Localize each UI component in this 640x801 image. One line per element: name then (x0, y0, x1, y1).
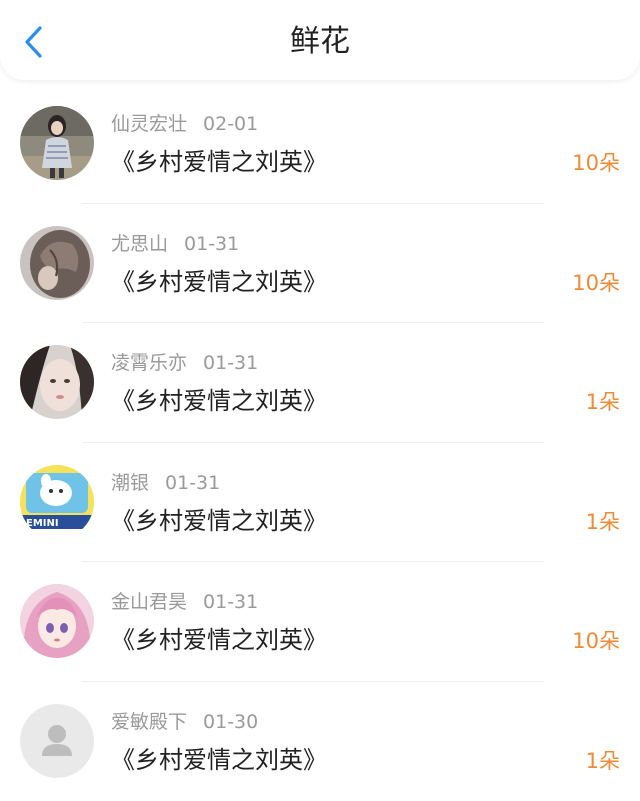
username[interactable]: 金山君昊 (111, 591, 187, 613)
username[interactable]: 凌霄乐亦 (111, 352, 187, 374)
item-meta: 仙灵宏壮 02-01 (111, 112, 258, 136)
list-item[interactable]: 尤思山 01-31 《乡村爱情之刘英》 10朵 (0, 204, 640, 323)
page-title: 鲜花 (290, 24, 350, 59)
username[interactable]: 潮银 (111, 472, 149, 494)
list-item[interactable]: 金山君昊 01-31 《乡村爱情之刘英》 10朵 (0, 562, 640, 682)
work-title[interactable]: 《乡村爱情之刘英》 (111, 146, 327, 178)
default-user-icon (20, 703, 94, 778)
header-bar: 鲜花 (0, 0, 640, 80)
item-meta: 金山君昊 01-31 (111, 590, 258, 614)
list-item[interactable]: 仙灵宏壮 02-01 《乡村爱情之刘英》 10朵 (0, 84, 640, 204)
username[interactable]: 仙灵宏壮 (111, 113, 187, 135)
work-title[interactable]: 《乡村爱情之刘英》 (111, 266, 327, 298)
work-title[interactable]: 《乡村爱情之刘英》 (111, 505, 327, 537)
work-title[interactable]: 《乡村爱情之刘英》 (111, 385, 327, 417)
work-title[interactable]: 《乡村爱情之刘英》 (111, 624, 327, 656)
item-meta: 潮银 01-31 (111, 471, 220, 495)
work-title[interactable]: 《乡村爱情之刘英》 (111, 744, 327, 776)
flower-count: 10朵 (572, 151, 620, 175)
flower-count: 10朵 (572, 270, 620, 295)
username[interactable]: 爱敏殿下 (111, 711, 187, 733)
item-meta: 凌霄乐亦 01-31 (111, 351, 258, 375)
date: 01-31 (203, 352, 259, 374)
flower-count: 1朵 (585, 509, 620, 534)
flower-count: 10朵 (572, 629, 620, 653)
date: 01-31 (165, 471, 221, 494)
date: 01-30 (203, 710, 259, 733)
list-item[interactable]: 凌霄乐亦 01-31 《乡村爱情之刘英》 1朵 (0, 323, 640, 443)
avatar[interactable] (20, 584, 94, 658)
date: 02-01 (203, 113, 259, 135)
date: 01-31 (203, 591, 259, 613)
flower-count: 1朵 (585, 390, 620, 414)
avatar[interactable] (20, 703, 94, 778)
item-meta: 尤思山 01-31 (111, 232, 239, 256)
item-meta: 爱敏殿下 01-30 (111, 710, 258, 734)
date: 01-31 (184, 232, 240, 255)
avatar[interactable]: EMINI (20, 464, 94, 539)
list-item[interactable]: EMINI 潮银 01-31 《乡村爱情之刘英》 1朵 (0, 443, 640, 562)
page: 鲜花 仙灵宏壮 02-01 《乡村爱情之刘英》 10朵 尤思山 01-31 《乡… (0, 0, 640, 801)
list-item[interactable]: 爱敏殿下 01-30 《乡村爱情之刘英》 1朵 (0, 682, 640, 801)
username[interactable]: 尤思山 (111, 233, 168, 255)
svg-text:EMINI: EMINI (26, 518, 59, 529)
avatar[interactable] (20, 225, 94, 300)
flower-list: 仙灵宏壮 02-01 《乡村爱情之刘英》 10朵 尤思山 01-31 《乡村爱情之刘… (0, 84, 640, 801)
avatar[interactable] (20, 106, 94, 180)
flower-count: 1朵 (585, 748, 620, 773)
avatar[interactable] (20, 345, 94, 419)
